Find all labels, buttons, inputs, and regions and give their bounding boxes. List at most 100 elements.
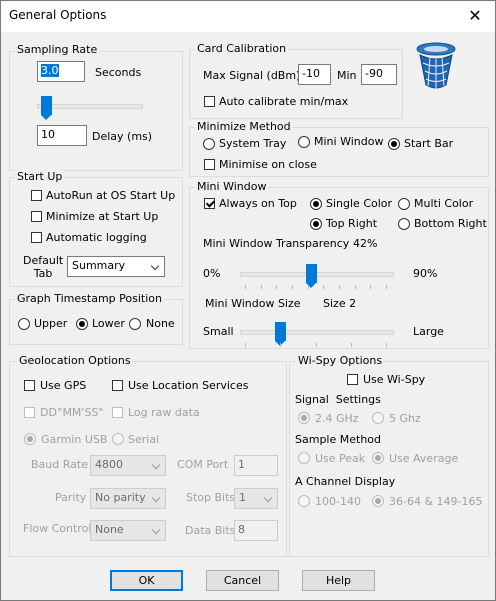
graph-timestamp-legend: Graph Timestamp Position xyxy=(15,292,164,305)
slider-tick xyxy=(323,285,325,289)
use-wispy-checkbox[interactable] xyxy=(347,374,358,385)
size-slider-thumb[interactable] xyxy=(275,322,287,346)
always-on-top-checkbox[interactable] xyxy=(204,198,215,209)
use-peak-label: Use Peak xyxy=(315,452,366,465)
slider-tick xyxy=(386,285,387,289)
garmin-usb-radio[interactable] xyxy=(24,433,36,445)
baud-rate-label: Baud Rate xyxy=(31,458,88,471)
transparency-slider-thumb[interactable] xyxy=(306,264,318,288)
mini-window-group xyxy=(189,187,489,349)
chevron-down-icon[interactable] xyxy=(149,521,165,540)
channel-36-64-label: 36-64 & 149-165 xyxy=(389,495,483,508)
default-tab-select[interactable]: Summary xyxy=(67,256,165,277)
minimize-startup-label: Minimize at Start Up xyxy=(46,210,159,223)
mini-window-size-value: Size 2 xyxy=(323,297,357,310)
use-peak-radio[interactable] xyxy=(298,452,310,464)
multi-color-label: Multi Color xyxy=(414,197,474,210)
parity-select[interactable]: No parity xyxy=(90,488,166,509)
mini-window-legend: Mini Window xyxy=(195,180,269,193)
dd-mm-ss-checkbox[interactable] xyxy=(24,407,35,418)
garmin-usb-label: Garmin USB xyxy=(41,433,108,446)
baud-rate-select[interactable]: 4800 xyxy=(90,455,166,476)
always-on-top-label: Always on Top xyxy=(219,197,297,210)
min-label: Min xyxy=(337,69,357,82)
com-port-input[interactable]: 1 xyxy=(234,455,278,476)
mini-window-size-label: Mini Window Size xyxy=(205,297,301,310)
data-bits-input[interactable]: 8 xyxy=(234,520,278,541)
minimize-method-legend: Minimize Method xyxy=(195,120,293,133)
use-gps-checkbox[interactable] xyxy=(24,380,35,391)
auto-calibrate-checkbox[interactable] xyxy=(204,96,215,107)
multi-color-radio[interactable] xyxy=(398,198,410,210)
default-tab-label: Default Tab xyxy=(23,254,64,280)
max-signal-input[interactable]: -10 xyxy=(298,64,331,85)
dd-mm-ss-label: DD°MM'SS" xyxy=(40,406,104,419)
lower-radio[interactable] xyxy=(76,318,88,330)
log-raw-data-checkbox[interactable] xyxy=(112,407,123,418)
minimize-startup-checkbox[interactable] xyxy=(31,211,42,222)
size-slider-track[interactable] xyxy=(240,330,394,335)
help-button[interactable]: Help xyxy=(302,570,375,591)
sampling-rate-input[interactable]: 3.0 xyxy=(37,61,85,82)
chevron-down-icon[interactable] xyxy=(261,489,277,508)
general-options-dialog: General Options ✕ Sampling Rate 3.0 Seco… xyxy=(0,0,496,601)
use-wispy-label: Use Wi-Spy xyxy=(363,373,426,386)
slider-tick xyxy=(292,285,293,289)
slider-tick xyxy=(350,343,352,347)
transparency-max-label: 90% xyxy=(413,267,438,280)
sampling-rate-slider-track[interactable] xyxy=(37,104,143,109)
min-signal-input[interactable]: -90 xyxy=(361,64,397,85)
slider-tick xyxy=(386,343,387,347)
automatic-logging-checkbox[interactable] xyxy=(31,232,42,243)
mini-window-radio[interactable] xyxy=(298,136,310,148)
ghz5-radio[interactable] xyxy=(372,412,384,424)
delay-label: Delay (ms) xyxy=(92,130,153,143)
autorun-checkbox[interactable] xyxy=(31,190,42,201)
stop-bits-select[interactable]: 1 xyxy=(234,488,278,509)
top-right-radio[interactable] xyxy=(310,218,322,230)
location-services-label: Use Location Services xyxy=(128,379,249,392)
signal-settings-label: Signal Settings xyxy=(295,393,381,406)
channel-100-140-radio[interactable] xyxy=(298,495,310,507)
use-gps-label: Use GPS xyxy=(40,379,87,392)
close-icon[interactable]: ✕ xyxy=(463,5,487,27)
chevron-down-icon[interactable] xyxy=(149,489,165,508)
slider-tick xyxy=(245,343,246,347)
minimise-on-close-checkbox[interactable] xyxy=(204,159,215,170)
delay-input[interactable]: 10 xyxy=(37,125,87,146)
seconds-label: Seconds xyxy=(95,66,142,79)
parity-label: Parity xyxy=(55,491,87,504)
system-tray-radio[interactable] xyxy=(203,138,215,150)
channel-36-64-radio[interactable] xyxy=(372,495,384,507)
bottom-right-radio[interactable] xyxy=(398,218,410,230)
location-services-checkbox[interactable] xyxy=(112,380,123,391)
serial-radio[interactable] xyxy=(112,433,124,445)
flow-control-label: Flow Control xyxy=(23,522,92,535)
cancel-button[interactable]: Cancel xyxy=(206,570,279,591)
wispy-legend: Wi-Spy Options xyxy=(296,354,385,367)
use-average-radio[interactable] xyxy=(372,452,384,464)
ghz5-label: 5 Ghz xyxy=(389,412,421,425)
upper-radio[interactable] xyxy=(18,318,30,330)
startup-legend: Start Up xyxy=(15,170,65,183)
slider-tick xyxy=(307,285,309,289)
size-max-label: Large xyxy=(413,325,444,338)
channel-display-label: A Channel Display xyxy=(295,475,396,488)
none-radio[interactable] xyxy=(129,318,141,330)
slider-tick xyxy=(315,343,317,347)
single-color-radio[interactable] xyxy=(310,198,322,210)
sampling-rate-slider-thumb[interactable] xyxy=(41,96,52,120)
chevron-down-icon[interactable] xyxy=(149,456,165,475)
upper-label: Upper xyxy=(34,317,68,330)
none-label: None xyxy=(146,317,175,330)
title-bar: General Options ✕ xyxy=(1,1,495,32)
slider-tick xyxy=(276,285,278,289)
ghz24-radio[interactable] xyxy=(298,412,310,424)
sampling-rate-legend: Sampling Rate xyxy=(15,43,100,56)
slider-tick xyxy=(339,285,340,289)
start-bar-radio[interactable] xyxy=(388,138,400,150)
chevron-down-icon[interactable] xyxy=(148,257,164,276)
flow-control-select[interactable]: None xyxy=(90,520,166,541)
lower-label: Lower xyxy=(92,317,125,330)
ok-button[interactable]: OK xyxy=(110,570,183,591)
